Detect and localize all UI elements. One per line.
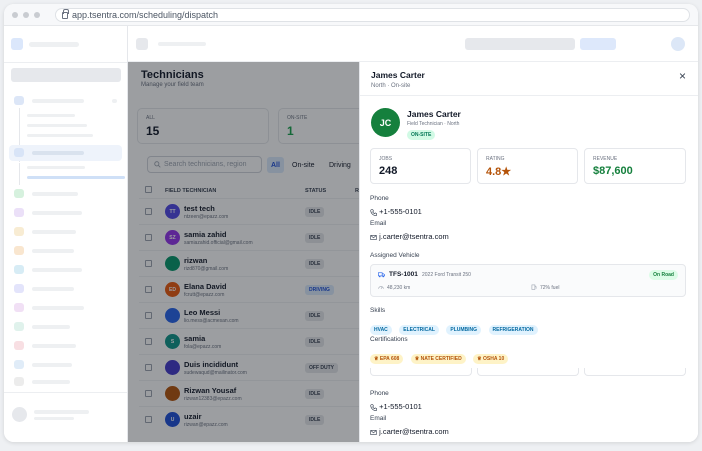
skill-tag: ELECTRICAL: [399, 325, 439, 335]
vehicle-card[interactable]: TFS-1001 2022 Ford Transit 250 On Road 4…: [370, 264, 686, 297]
window-minimize-dot[interactable]: [22, 11, 29, 18]
gauge-icon: [378, 286, 384, 289]
metric-label: REVENUE: [593, 156, 618, 162]
vehicle-fuel: 72% fuel: [540, 285, 560, 291]
address-url: app.tsentra.com/scheduling/dispatch: [71, 9, 219, 20]
user-avatar-placeholder[interactable]: [12, 407, 27, 422]
skills-label: Skills: [370, 307, 386, 314]
panel-title: James Carter: [371, 70, 425, 80]
metric-card-repeat: [370, 368, 472, 376]
metric-rating: RATING 4.8★: [477, 148, 578, 184]
certifications-label: Certifications: [370, 336, 408, 343]
vehicle-label: Assigned Vehicle: [370, 252, 420, 259]
metric-value: $87,600: [593, 165, 633, 177]
skills-list: HVAC ELECTRICAL PLUMBING REFRIGERATION: [370, 318, 541, 336]
menu-toggle-placeholder[interactable]: [136, 38, 148, 50]
metric-revenue: REVENUE $87,600: [584, 148, 686, 184]
browser-chrome: app.tsentra.com/scheduling/dispatch: [4, 4, 698, 26]
metric-jobs: JOBS 248: [370, 148, 471, 184]
brand-placeholder: [29, 42, 79, 47]
phone-value[interactable]: +1-555-0101: [370, 207, 422, 216]
metric-label: JOBS: [379, 156, 393, 162]
email-value-repeat[interactable]: j.carter@tsentra.com: [370, 427, 449, 436]
cert-tag: ♕ OSHA 10: [473, 354, 509, 364]
metric-card-repeat: [584, 368, 686, 376]
vehicle-model: 2022 Ford Transit 250: [422, 272, 471, 278]
profile-avatar-placeholder[interactable]: [671, 37, 685, 51]
window-maximize-dot[interactable]: [33, 11, 40, 18]
phone-icon: [370, 403, 377, 411]
logo-placeholder: [11, 38, 23, 50]
technician-name: James Carter: [407, 109, 461, 119]
skill-tag: PLUMBING: [446, 325, 482, 335]
mail-icon: [370, 234, 377, 240]
address-bar[interactable]: app.tsentra.com/scheduling/dispatch: [54, 7, 690, 22]
vehicle-status-badge: On Road: [649, 270, 678, 280]
cert-tag-label: OSHA 10: [483, 356, 505, 362]
email-text: j.carter@tsentra.com: [379, 232, 449, 241]
metric-card-repeat: [477, 368, 579, 376]
email-value[interactable]: j.carter@tsentra.com: [370, 232, 449, 241]
phone-label: Phone: [370, 195, 389, 202]
panel-header: James Carter North · On-site ×: [360, 62, 698, 96]
metric-value: 4.8★: [486, 166, 512, 178]
topbar-search-placeholder[interactable]: [465, 38, 575, 50]
topbar-action-placeholder[interactable]: [580, 38, 616, 50]
phone-label-repeat: Phone: [370, 390, 389, 397]
mail-icon: [370, 429, 377, 435]
app: Technicians Manage your field team ALL 1…: [4, 26, 698, 442]
cert-tag-label: EPA 608: [379, 356, 400, 362]
email-label-repeat: Email: [370, 415, 387, 422]
fuel-icon: [531, 284, 537, 290]
phone-text: +1-555-0101: [379, 207, 422, 216]
lock-icon: [61, 9, 69, 19]
metric-value: 248: [379, 165, 398, 177]
top-bar: [128, 26, 698, 62]
truck-icon: [378, 272, 385, 278]
metric-label: RATING: [486, 156, 505, 162]
nav-item-1-icon: [14, 96, 24, 105]
window-close-dot[interactable]: [12, 11, 18, 18]
cert-tag-label: NATE CERTIFIED: [420, 356, 462, 362]
cert-tag: ♕ EPA 608: [370, 354, 404, 364]
status-badge: ON-SITE: [407, 130, 436, 140]
phone-text: +1-555-0101: [379, 402, 422, 411]
close-icon[interactable]: ×: [679, 69, 686, 83]
panel-subtitle: North · On-site: [371, 83, 411, 89]
phone-value-repeat[interactable]: +1-555-0101: [370, 402, 422, 411]
skill-tag: HVAC: [370, 325, 392, 335]
email-text: j.carter@tsentra.com: [379, 427, 449, 436]
nav-item-1[interactable]: [32, 99, 84, 103]
technician-detail-panel: James Carter North · On-site × JC James …: [359, 62, 698, 442]
cert-tag: ♕ NATE CERTIFIED: [410, 354, 466, 364]
phone-icon: [370, 208, 377, 216]
certifications-list: ♕ EPA 608 ♕ NATE CERTIFIED ♕ OSHA 10: [370, 347, 511, 365]
email-label: Email: [370, 220, 387, 227]
vehicle-id: TFS-1001: [389, 271, 418, 278]
avatar: JC: [371, 108, 400, 137]
vehicle-odometer: 48,230 km: [387, 285, 411, 291]
skill-tag: REFRIGERATION: [488, 325, 538, 335]
sidebar: [4, 26, 128, 442]
technician-role: Field Technician · North: [407, 121, 460, 127]
sidebar-search-placeholder[interactable]: [11, 68, 121, 82]
browser-window: app.tsentra.com/scheduling/dispatch Tech…: [4, 4, 698, 442]
modal-backdrop[interactable]: [128, 62, 359, 442]
